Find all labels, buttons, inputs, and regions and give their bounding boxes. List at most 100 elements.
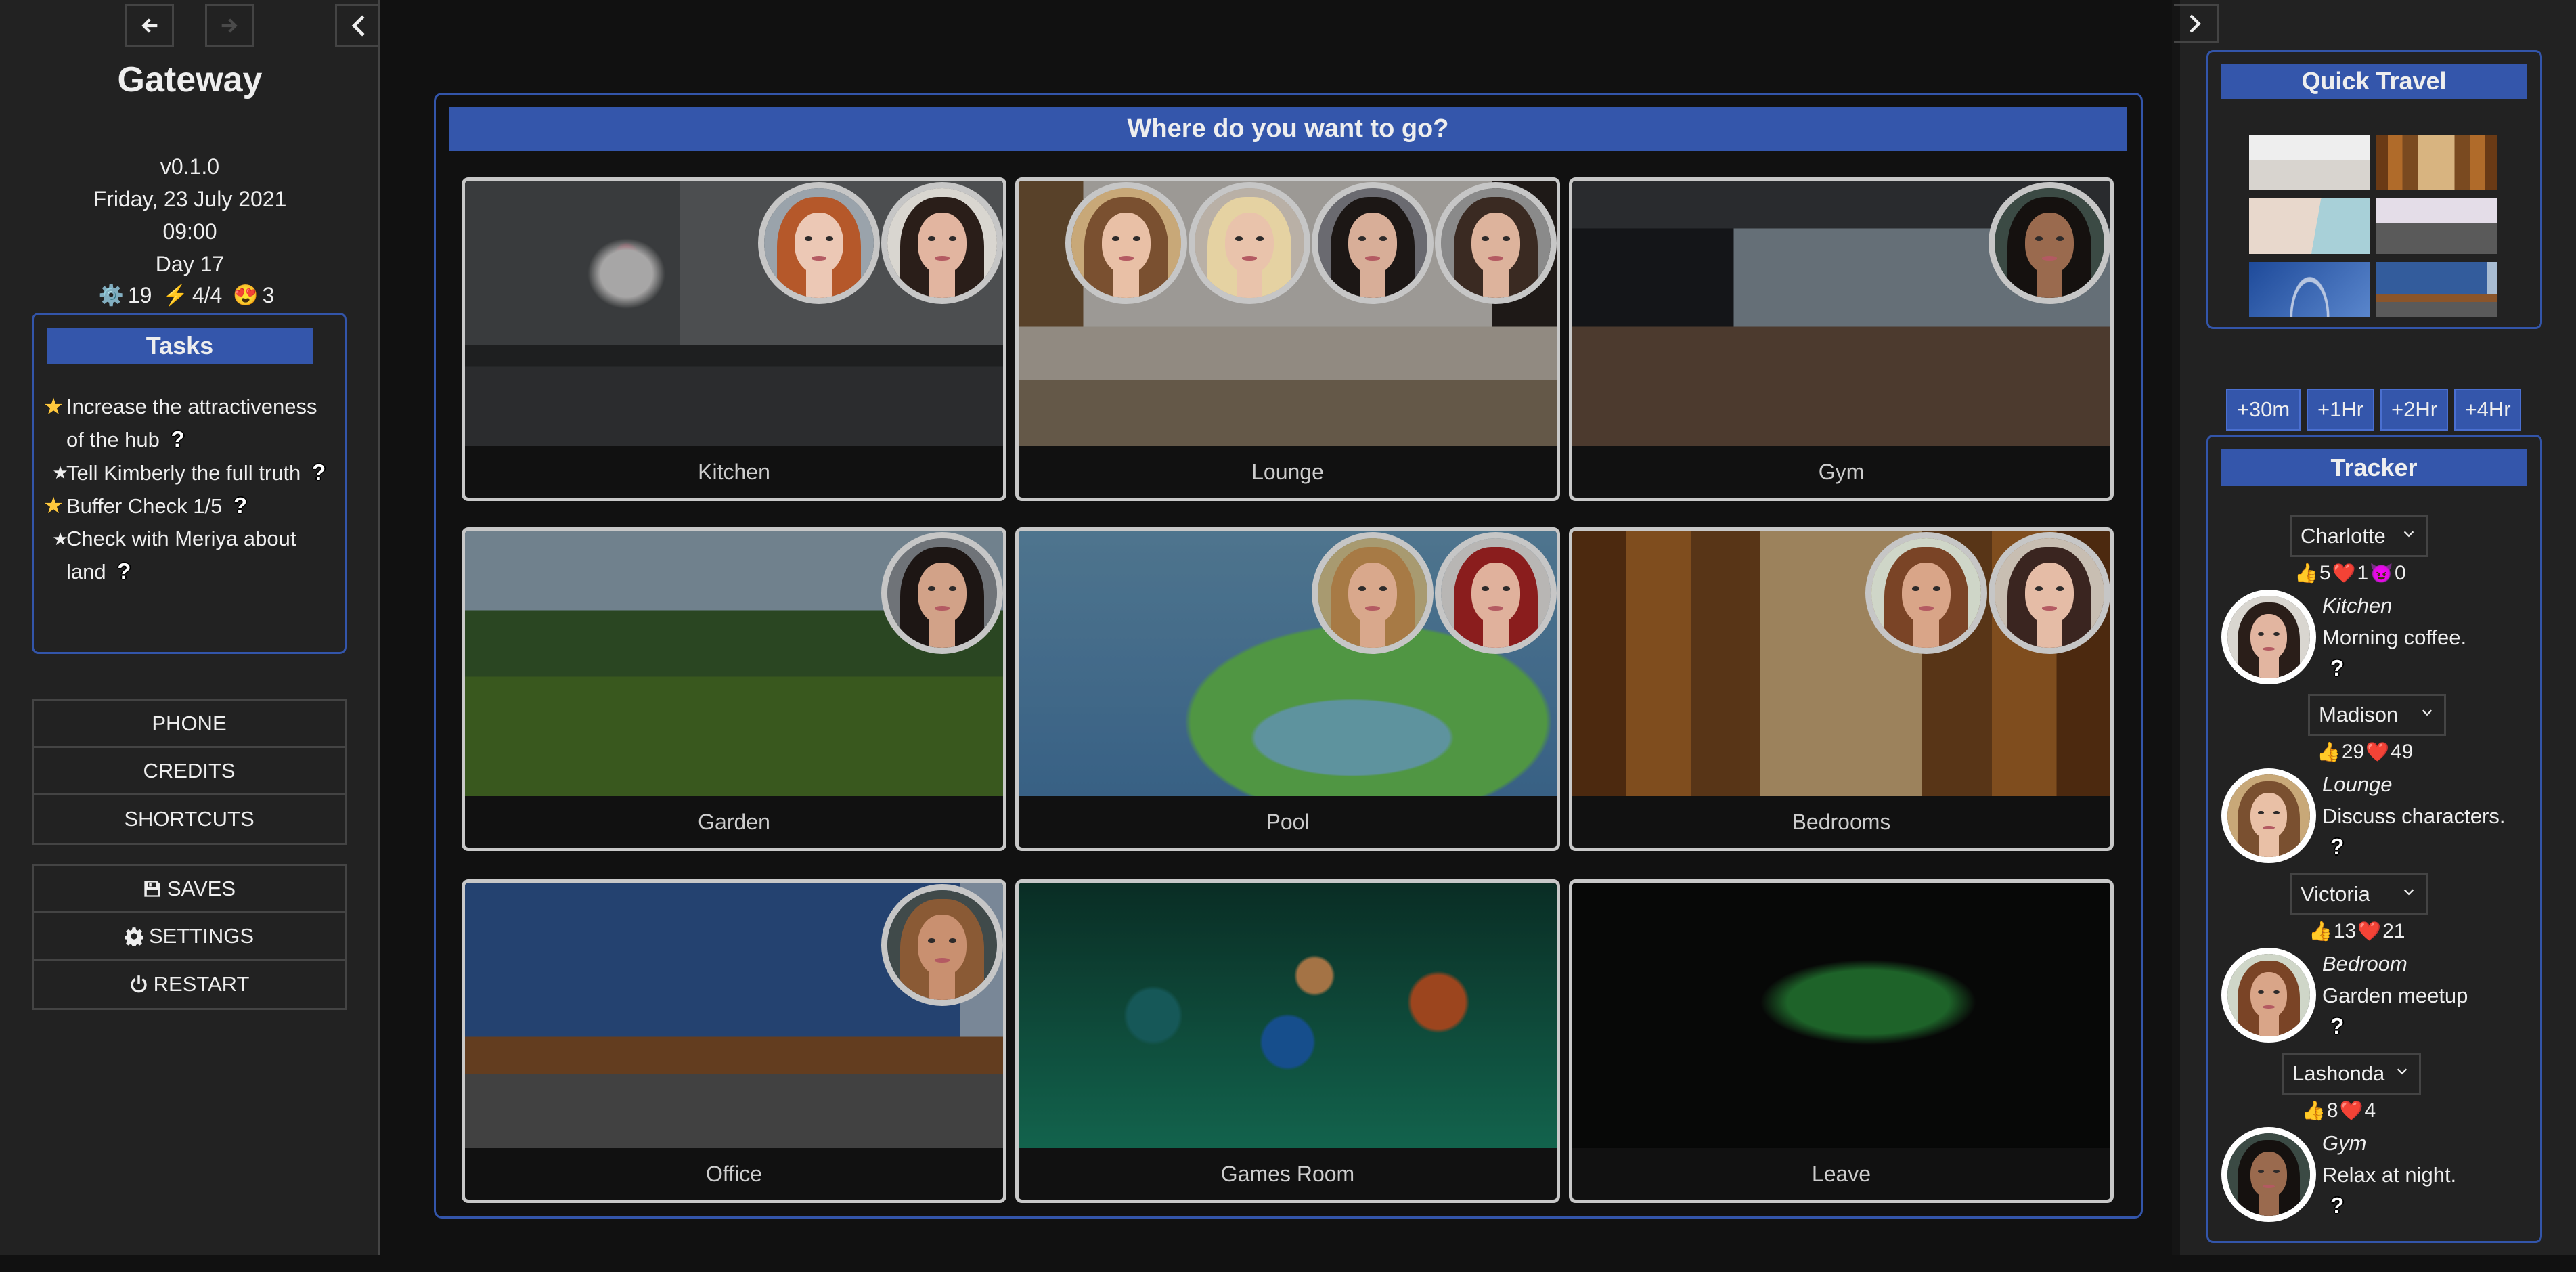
quick-travel-office[interactable] — [2376, 262, 2497, 317]
present-characters — [881, 532, 1003, 654]
character-avatar[interactable] — [1312, 532, 1434, 654]
location-tile-kitchen[interactable]: Kitchen — [462, 177, 1006, 501]
character-avatar[interactable] — [1435, 532, 1557, 654]
character-avatar[interactable] — [1435, 182, 1557, 304]
help-icon[interactable]: ? — [2330, 1193, 2344, 1219]
collapse-right-sidebar-button[interactable] — [2174, 4, 2219, 43]
chevron-down-icon — [2403, 531, 2414, 538]
task-item: ★ Check with Meriya about land ? — [42, 523, 340, 588]
character-avatar[interactable] — [881, 532, 1003, 654]
stat-value: 29 — [2341, 741, 2365, 763]
stat-value: 0 — [2395, 562, 2406, 584]
quick-travel-bedroom[interactable] — [2249, 135, 2370, 190]
quick-travel-title: Quick Travel — [2221, 64, 2527, 99]
tasks-list: ★ Increase the attractiveness of the hub… — [42, 391, 340, 588]
player-stats: ⚙️ 19 ⚡ 4/4 😍 3 — [0, 283, 380, 308]
collapse-left-sidebar-button[interactable] — [335, 4, 380, 47]
credits-button[interactable]: CREDITS — [34, 748, 345, 795]
location-label: Garden — [698, 810, 770, 834]
character-stats: 👍 29 ❤️ 49 — [2317, 739, 2414, 766]
character-stats: 👍 5 ❤️ 1 😈 0 — [2294, 560, 2406, 587]
character-avatar[interactable] — [1065, 182, 1187, 304]
quick-travel-alley[interactable] — [2376, 198, 2497, 254]
character-select[interactable]: Madison — [2308, 694, 2446, 736]
location-tile-lounge[interactable]: Lounge — [1015, 177, 1560, 501]
phone-button[interactable]: PHONE — [34, 701, 345, 748]
location-image — [1019, 883, 1557, 1148]
restart-button[interactable]: RESTART — [34, 961, 345, 1008]
skip-4hr-button[interactable]: +4Hr — [2454, 389, 2521, 431]
shortcuts-button[interactable]: SHORTCUTS — [34, 795, 345, 843]
location-tile-garden[interactable]: Garden — [462, 527, 1006, 851]
chevron-right-icon — [2189, 14, 2201, 33]
help-icon[interactable]: ? — [117, 555, 131, 588]
location-tile-games-room[interactable]: Games Room — [1015, 879, 1560, 1203]
character-avatar[interactable] — [2221, 948, 2316, 1043]
chevron-down-icon — [2403, 889, 2414, 896]
time-skip-buttons: +30m +1Hr +2Hr +4Hr — [2226, 389, 2521, 431]
help-icon[interactable]: ? — [2330, 834, 2344, 860]
settings-button[interactable]: SETTINGS — [34, 913, 345, 961]
location-label: Lounge — [1251, 460, 1324, 484]
character-avatar[interactable] — [881, 182, 1003, 304]
forward-button[interactable] — [205, 4, 254, 47]
help-icon[interactable]: ? — [312, 456, 326, 489]
stat-value: 21 — [2382, 920, 2405, 942]
arrow-left-icon — [141, 18, 158, 33]
day-counter: Day 17 — [155, 252, 225, 276]
thumbs-up-icon: 👍 — [2294, 563, 2318, 584]
help-icon[interactable]: ? — [171, 423, 185, 456]
quick-travel-bedrooms-hallway[interactable] — [2376, 135, 2497, 190]
quick-travel-arch[interactable] — [2249, 262, 2370, 317]
location-tile-bedrooms[interactable]: Bedrooms — [1569, 527, 2114, 851]
skip-2hr-button[interactable]: +2Hr — [2380, 389, 2448, 431]
settings-label: SETTINGS — [148, 923, 254, 948]
character-avatar[interactable] — [1189, 182, 1310, 304]
skip-30m-button[interactable]: +30m — [2226, 389, 2301, 431]
stat-value: 3 — [262, 283, 275, 307]
location-tile-leave[interactable]: Leave — [1569, 879, 2114, 1203]
stat-value: 49 — [2391, 741, 2414, 763]
character-avatar[interactable] — [2221, 768, 2316, 863]
skip-1hr-button[interactable]: +1Hr — [2307, 389, 2374, 431]
heart-icon: ❤️ — [2357, 921, 2382, 942]
character-select[interactable]: Lashonda — [2282, 1053, 2421, 1095]
character-avatar[interactable] — [1312, 182, 1434, 304]
help-icon[interactable]: ? — [2330, 655, 2344, 681]
location-tile-pool[interactable]: Pool — [1015, 527, 1560, 851]
location-label: Kitchen — [698, 460, 770, 484]
tracker-entry: Victoria 👍 13 ❤️ 21 Bedroom Garden meetup… — [2208, 873, 2540, 1053]
back-button[interactable] — [125, 4, 174, 47]
chevron-left-icon — [351, 15, 364, 37]
version: v0.1.0 — [160, 154, 220, 179]
saves-button[interactable]: SAVES — [34, 866, 345, 913]
character-select[interactable]: Charlotte — [2290, 515, 2428, 557]
character-avatar[interactable] — [2221, 590, 2316, 684]
thumbs-up-icon: 👍 — [2302, 1100, 2326, 1121]
character-avatar[interactable] — [1989, 182, 2110, 304]
character-avatar[interactable] — [2221, 1127, 2316, 1222]
gear-icon: ⚙️ — [98, 284, 124, 307]
character-avatar[interactable] — [1865, 532, 1987, 654]
saves-label: SAVES — [166, 876, 236, 900]
character-avatar[interactable] — [881, 884, 1003, 1006]
location-label: Pool — [1266, 810, 1310, 834]
power-icon — [130, 975, 147, 993]
location-tile-office[interactable]: Office — [462, 879, 1006, 1203]
tracker-entry: Madison 👍 29 ❤️ 49 Lounge Discuss charact… — [2208, 694, 2540, 873]
character-stats: 👍 8 ❤️ 4 — [2302, 1097, 2376, 1124]
location-label: Games Room — [1220, 1162, 1355, 1186]
task-item: ★ Tell Kimberly the full truth ? — [42, 456, 340, 489]
help-icon[interactable]: ? — [234, 489, 247, 522]
present-characters — [1312, 532, 1557, 654]
character-avatar[interactable] — [1989, 532, 2110, 654]
help-icon[interactable]: ? — [2330, 1013, 2344, 1039]
location-tile-gym[interactable]: Gym — [1569, 177, 2114, 501]
character-select[interactable]: Victoria — [2290, 873, 2428, 915]
stat-value: 19 — [127, 283, 152, 307]
character-avatar[interactable] — [758, 182, 880, 304]
quick-travel-building-palms[interactable] — [2249, 198, 2370, 254]
character-activity: Relax at night. — [2322, 1163, 2457, 1187]
character-location: Lounge — [2322, 772, 2393, 796]
tracker-entry: Lashonda 👍 8 ❤️ 4 Gym Relax at night. ? — [2208, 1053, 2540, 1232]
